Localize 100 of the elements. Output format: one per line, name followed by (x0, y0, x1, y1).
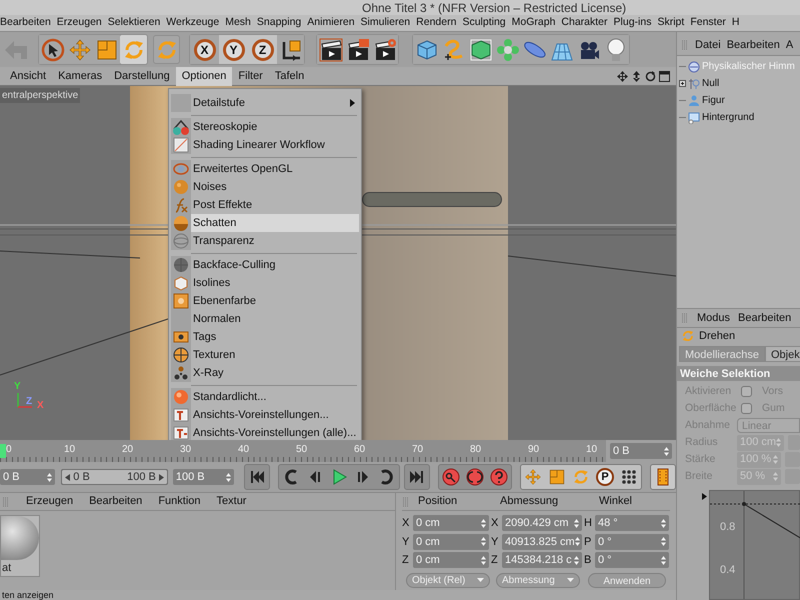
position-field[interactable]: 0 cm (413, 552, 489, 568)
menu-item[interactable]: A (786, 36, 794, 54)
move-view-icon[interactable] (617, 70, 628, 82)
axis-label: 0.4 (720, 563, 736, 578)
tree-item[interactable]: Null (677, 75, 800, 92)
auto-key-icon (466, 468, 484, 486)
menu-item[interactable]: H (732, 15, 740, 31)
menu-item[interactable]: Darstellung (108, 66, 176, 86)
light-bulb-button[interactable] (602, 35, 629, 64)
menu-item[interactable]: Kameras (52, 66, 108, 86)
menu-item[interactable]: Shading Linearer Workflow (171, 136, 359, 154)
menu-item[interactable]: Optionen (176, 66, 232, 86)
axis-label: H (584, 516, 593, 531)
expand-arrow-icon[interactable] (702, 493, 707, 500)
menu-item[interactable]: Bearbeiten (0, 15, 51, 31)
menu-item[interactable]: Skript (657, 15, 684, 31)
cube-button[interactable] (413, 35, 440, 64)
menu-item[interactable]: Ebenenfarbe (171, 292, 359, 310)
menu-item[interactable]: Datei (695, 36, 721, 54)
axis-lock-button[interactable]: X (190, 35, 219, 64)
scale-tool-button[interactable] (93, 35, 120, 64)
position-field[interactable]: 0 cm (413, 534, 489, 550)
menu-item[interactable]: Normalen (171, 310, 359, 328)
menu-item[interactable]: Bearbeiten (89, 493, 142, 510)
menu-item[interactable]: Standardlicht... (171, 388, 359, 406)
menu-item[interactable]: Funktion (158, 493, 201, 510)
menu-item[interactable]: Selektieren (108, 15, 160, 31)
stepper-icon (661, 518, 666, 528)
menu-item[interactable]: Fenster (690, 15, 726, 31)
menu-item[interactable]: Plug-ins (614, 15, 652, 31)
menu-item[interactable]: Charakter (561, 15, 608, 31)
tick-label: 20 (122, 443, 134, 457)
menu-item[interactable]: Animieren (307, 15, 355, 31)
menu-item[interactable]: Werkzeuge (166, 15, 220, 31)
position-field[interactable]: 0 cm (413, 515, 489, 532)
size-field[interactable]: 2090.429 cm (502, 515, 582, 532)
preset-icon (173, 407, 189, 423)
menu-item[interactable]: Detailstufe (171, 94, 359, 112)
menu-item[interactable]: Erweitertes OpenGL (171, 160, 359, 178)
angle-field[interactable]: 0 ° (595, 552, 669, 568)
range-slider[interactable]: 0 B 100 B (61, 469, 168, 485)
menu-item[interactable]: Snapping (256, 15, 302, 31)
menu-item[interactable]: Sculpting (462, 15, 506, 31)
menu-item[interactable]: Mesh (225, 15, 251, 31)
subdivision-button[interactable] (467, 35, 494, 64)
menu-item[interactable]: Tags (171, 328, 359, 346)
start-frame-field[interactable]: 0 B (0, 469, 56, 485)
tree-item[interactable]: Figur (677, 92, 800, 110)
size-field[interactable]: 40913.825 cm (502, 534, 582, 550)
render-view-button[interactable] (317, 35, 344, 64)
menu-item[interactable]: Transparenz (171, 232, 359, 250)
rotate-view-icon[interactable] (645, 70, 656, 82)
material-thumbnail[interactable]: at (0, 515, 40, 577)
axis-label: Z (402, 553, 410, 568)
menu-item[interactable]: Isolines (171, 274, 359, 292)
range-end-label: 100 B (127, 470, 156, 485)
current-frame-marker[interactable] (0, 444, 6, 458)
render-settings-button[interactable] (371, 35, 398, 64)
menu-item[interactable]: X-Ray (171, 364, 359, 382)
menu-item[interactable]: Stereoskopie (171, 118, 359, 136)
coordinate-system-button[interactable] (277, 35, 304, 64)
menu-item[interactable]: Bearbeiten (726, 36, 780, 54)
size-field[interactable]: 145384.218 c (502, 552, 582, 568)
angle-field[interactable]: 48 ° (595, 515, 669, 532)
window-icon[interactable] (659, 70, 670, 82)
stepper-icon (773, 472, 778, 481)
zoom-view-icon[interactable] (631, 70, 642, 82)
tree-item[interactable]: Hintergrund (677, 109, 800, 126)
menu-item[interactable]: Backface-Culling (171, 256, 359, 274)
angle-field[interactable]: 0 ° (595, 534, 669, 550)
render-picture-button[interactable] (344, 35, 371, 64)
menu-item[interactable]: Bearbeiten (738, 310, 792, 326)
selection-tool-button[interactable] (39, 35, 66, 64)
caret-icon (477, 578, 484, 582)
menu-item[interactable]: Ansicht (4, 66, 52, 86)
axis-lock-button[interactable]: Z (248, 35, 277, 64)
tick-label: 70 (412, 443, 424, 457)
menu-item[interactable]: Texturen (171, 346, 359, 364)
axis-lock-button[interactable]: Y (219, 35, 248, 64)
end-frame-field[interactable]: 100 B (172, 469, 234, 485)
shaded-sphere-icon (173, 215, 189, 231)
menu-item[interactable]: Schatten (171, 214, 359, 232)
tab[interactable]: Objek (764, 346, 800, 362)
menu-item[interactable]: MoGraph (512, 15, 556, 31)
frame-field[interactable]: 0 B (610, 443, 672, 459)
menu-item[interactable]: Noises (171, 178, 359, 196)
column-header: Position (418, 494, 458, 510)
menu-item[interactable]: Ansichts-Voreinstellungen... (171, 406, 359, 424)
menu-item[interactable]: Post Effekte (171, 196, 359, 214)
menu-item[interactable]: Simulieren (360, 15, 410, 31)
menu-item[interactable]: Rendern (416, 15, 456, 31)
menu-item[interactable]: Tafeln (268, 66, 310, 86)
menu-item[interactable]: Erzeugen (56, 15, 102, 31)
menu-item[interactable]: Modus (697, 310, 730, 326)
menu-item[interactable]: Filter (232, 66, 269, 86)
left-arrow-icon (65, 474, 70, 480)
menu-item[interactable]: Erzeugen (26, 493, 74, 510)
preset-icon (173, 425, 189, 440)
menu-item[interactable]: Textur (216, 493, 246, 510)
tick-label: 30 (180, 443, 192, 457)
